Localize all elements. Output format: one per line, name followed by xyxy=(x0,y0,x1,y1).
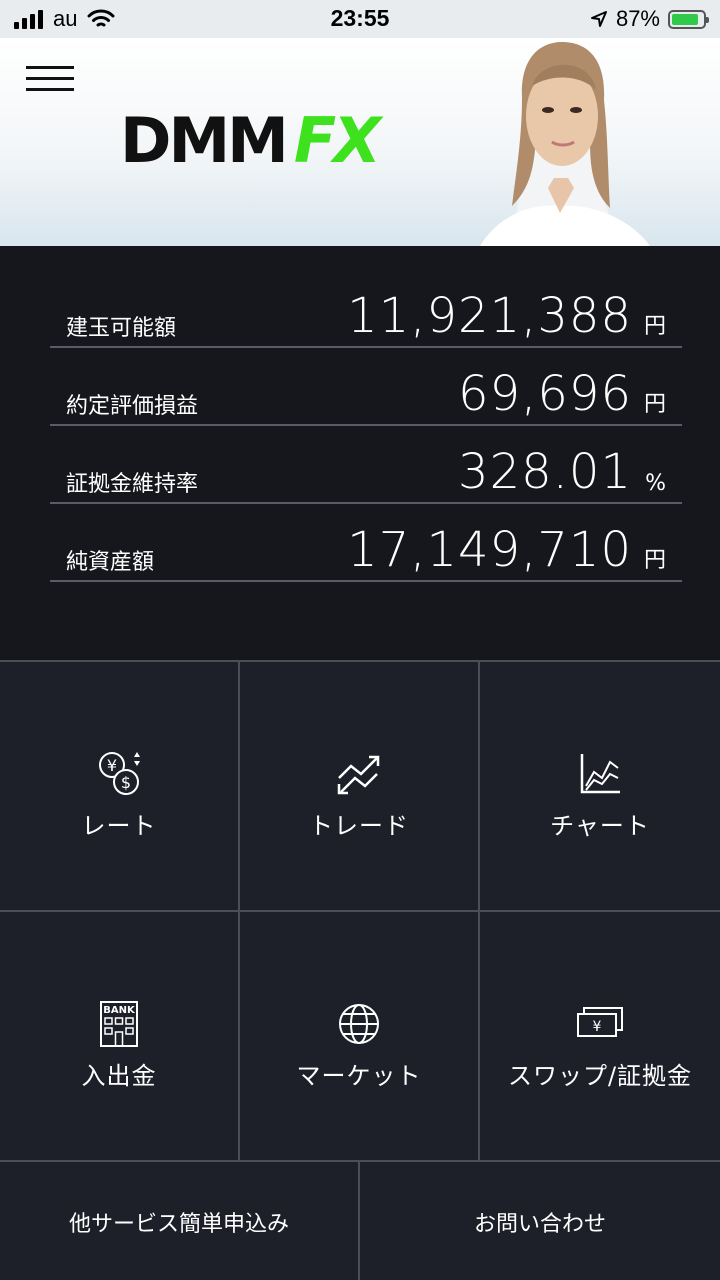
status-right: 87% xyxy=(590,6,709,32)
menu-tile-market[interactable]: マーケット xyxy=(240,912,480,1162)
battery-percent: 87% xyxy=(615,6,660,31)
globe-icon xyxy=(339,1004,379,1044)
summary-unit: 円 xyxy=(643,392,666,417)
chart-icon xyxy=(580,754,620,794)
battery-charging-icon xyxy=(668,9,709,29)
contact-button[interactable]: お問い合わせ xyxy=(360,1162,720,1280)
dmm-fx-logo: DMM FX xyxy=(120,110,381,172)
model-portrait xyxy=(480,42,650,246)
account-summary: 建玉可能額 11,921,388 円 約定評価損益 69,696 円 証拠金維持… xyxy=(0,246,720,660)
location-icon xyxy=(590,11,607,27)
bottom-actions: 他サービス簡単申込み お問い合わせ xyxy=(0,1160,720,1280)
menu-tile-label: レート xyxy=(81,812,157,840)
svg-text:¥: ¥ xyxy=(107,756,117,775)
summary-label: 約定評価損益 xyxy=(66,394,199,419)
summary-unit: % xyxy=(645,471,666,496)
svg-text:¥: ¥ xyxy=(593,1019,602,1035)
status-bar: au 23:55 87% xyxy=(0,0,720,38)
menu-tile-label: トレード xyxy=(309,812,409,840)
logo-fx: FX xyxy=(293,104,381,177)
summary-value: 69,696 xyxy=(458,366,632,422)
summary-value: 11,921,388 xyxy=(347,288,632,344)
hamburger-menu-icon[interactable] xyxy=(26,66,76,92)
menu-tile-chart[interactable]: チャート xyxy=(480,662,720,912)
menu-tile-label: マーケット xyxy=(296,1062,422,1090)
svg-text:$: $ xyxy=(121,773,131,792)
summary-value: 17,149,710 xyxy=(347,522,632,578)
menu-tile-rate[interactable]: ¥ $ レート xyxy=(0,662,240,912)
main-menu-grid: ¥ $ レート トレード チャート BANK 入出金 マーケット ¥ スワップ/… xyxy=(0,660,720,1162)
summary-label: 証拠金維持率 xyxy=(66,472,199,497)
summary-row-net-assets: 純資産額 17,149,710 円 xyxy=(50,504,682,582)
summary-label: 純資産額 xyxy=(66,550,155,575)
logo-dmm: DMM xyxy=(120,104,289,177)
menu-tile-label: スワップ/証拠金 xyxy=(507,1062,693,1090)
summary-label: 建玉可能額 xyxy=(66,316,177,341)
menu-tile-label: チャート xyxy=(550,812,650,840)
menu-tile-label: 入出金 xyxy=(81,1062,157,1090)
menu-tile-trade[interactable]: トレード xyxy=(240,662,480,912)
summary-row-unrealized-pl: 約定評価損益 69,696 円 xyxy=(50,348,682,426)
svg-text:BANK: BANK xyxy=(103,1005,136,1016)
bank-icon: BANK xyxy=(100,1001,138,1047)
header-banner: DMM FX xyxy=(0,38,720,246)
summary-row-margin-ratio: 証拠金維持率 328.01 % xyxy=(50,426,682,504)
summary-row-available-margin: 建玉可能額 11,921,388 円 xyxy=(50,270,682,348)
summary-unit: 円 xyxy=(643,314,666,339)
summary-value: 328.01 xyxy=(458,444,632,500)
yen-notes-icon: ¥ xyxy=(577,1007,623,1037)
other-services-button[interactable]: 他サービス簡単申込み xyxy=(0,1162,360,1280)
menu-tile-swap-margin[interactable]: ¥ スワップ/証拠金 xyxy=(480,912,720,1162)
menu-tile-deposit-withdrawal[interactable]: BANK 入出金 xyxy=(0,912,240,1162)
summary-unit: 円 xyxy=(643,548,666,573)
trade-arrows-icon xyxy=(337,755,380,795)
currency-exchange-icon: ¥ $ xyxy=(99,752,140,795)
